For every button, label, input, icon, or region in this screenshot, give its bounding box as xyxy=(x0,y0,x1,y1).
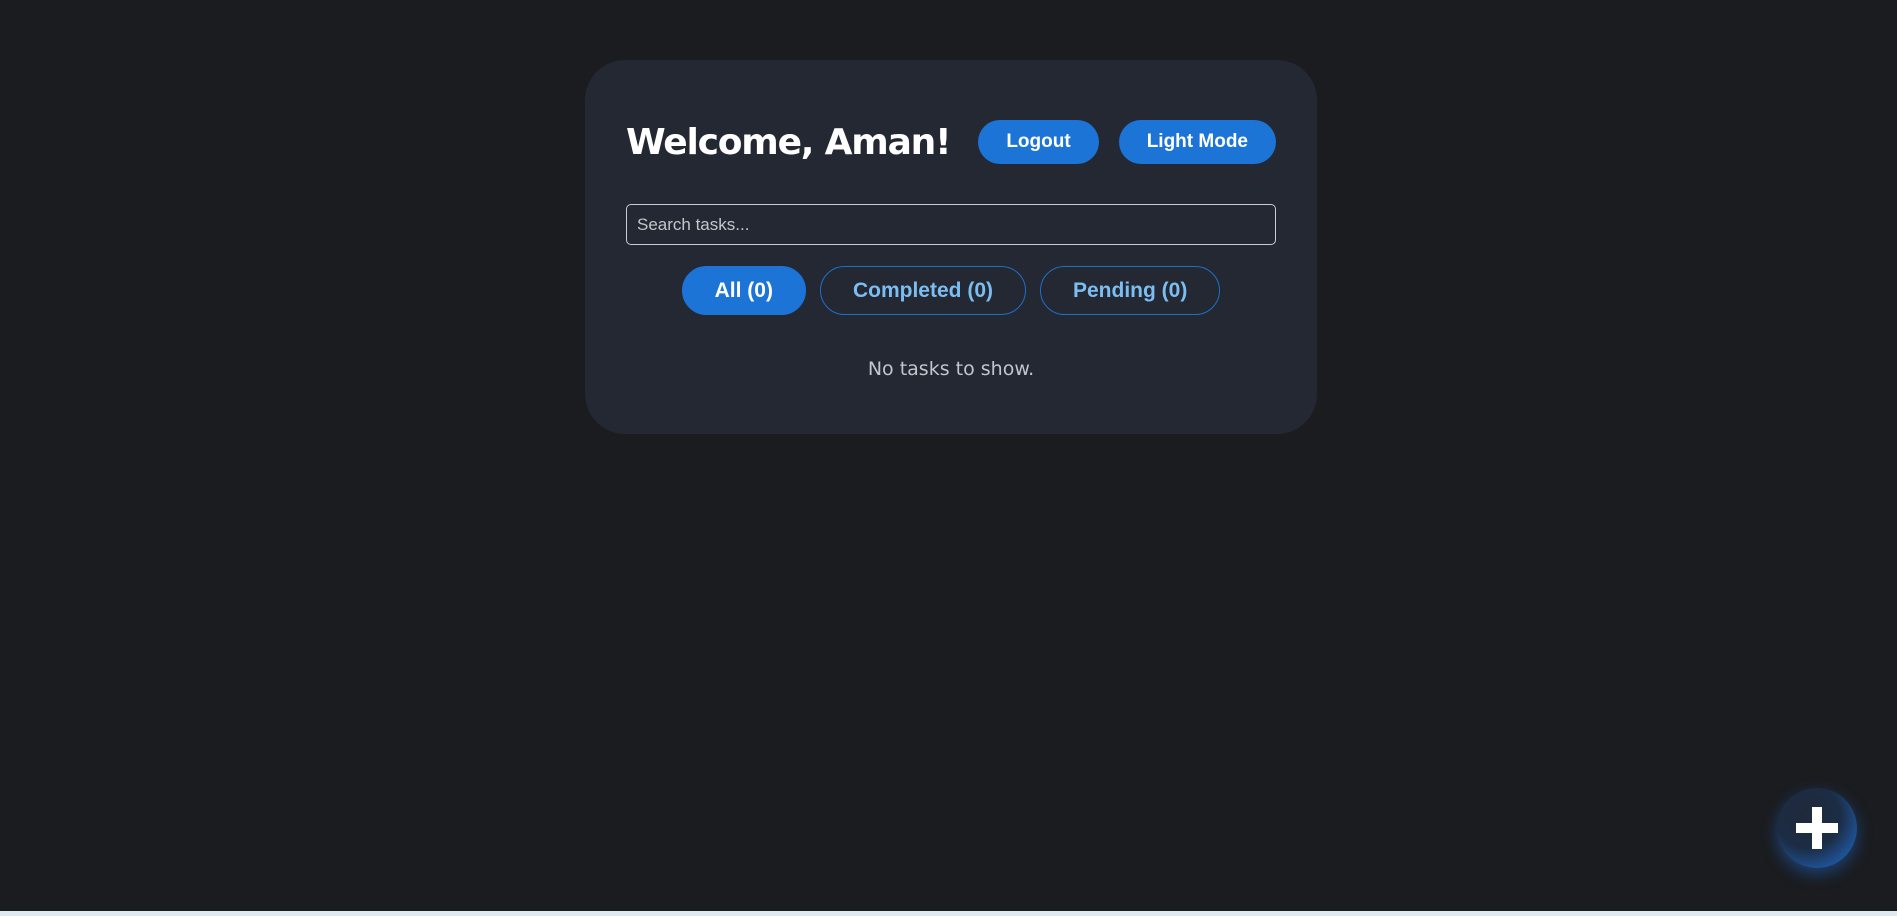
filter-tabs: All (0) Completed (0) Pending (0) xyxy=(585,266,1317,315)
filter-pending-button[interactable]: Pending (0) xyxy=(1040,266,1221,315)
card-header: Welcome, Aman! Logout Light Mode xyxy=(626,115,1276,169)
plus-icon xyxy=(1794,805,1840,851)
add-task-button[interactable] xyxy=(1777,788,1857,868)
page: Welcome, Aman! Logout Light Mode All (0)… xyxy=(0,0,1897,916)
welcome-title: Welcome, Aman! xyxy=(626,121,952,163)
filter-all-button[interactable]: All (0) xyxy=(681,266,806,315)
search-input[interactable] xyxy=(626,204,1276,245)
empty-state-message: No tasks to show. xyxy=(867,358,1035,380)
logout-button[interactable]: Logout xyxy=(978,120,1099,164)
filter-completed-button[interactable]: Completed (0) xyxy=(819,266,1026,315)
light-mode-button[interactable]: Light Mode xyxy=(1118,120,1276,164)
bottom-edge-strip xyxy=(0,911,1897,916)
header-actions: Logout Light Mode xyxy=(978,120,1276,164)
task-card: Welcome, Aman! Logout Light Mode All (0)… xyxy=(585,60,1317,434)
